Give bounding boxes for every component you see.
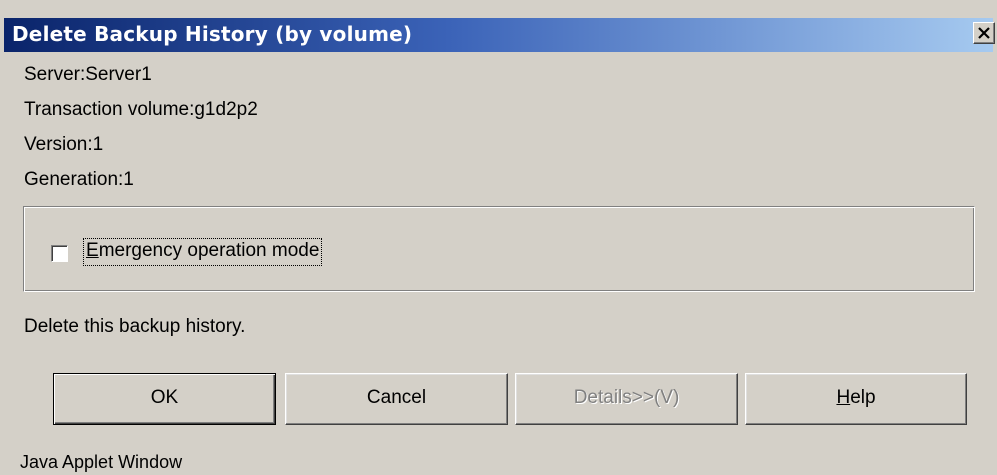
help-label-text: elp xyxy=(850,387,876,408)
transaction-volume-info: Transaction volume:g1d2p2 xyxy=(24,99,258,120)
close-button[interactable] xyxy=(973,22,995,44)
help-mnemonic: H xyxy=(836,387,851,408)
version-info: Version:1 xyxy=(24,134,104,155)
applet-window-footer: Java Applet Window xyxy=(20,452,183,472)
emergency-mode-label[interactable]: Emergency operation mode xyxy=(83,238,323,266)
details-button[interactable]: Details>>(V) xyxy=(515,373,738,425)
generation-info: Generation:1 xyxy=(24,169,134,190)
confirmation-message: Delete this backup history. xyxy=(24,316,246,337)
close-icon xyxy=(978,27,990,39)
window-title: Delete Backup History (by volume) xyxy=(12,22,413,46)
emergency-mode-mnemonic: E xyxy=(86,240,99,261)
title-bar[interactable]: Delete Backup History (by volume) xyxy=(4,18,995,52)
help-button[interactable]: Help xyxy=(745,373,967,425)
ok-button[interactable]: OK xyxy=(53,373,276,425)
emergency-mode-label-text: mergency operation mode xyxy=(98,240,320,261)
dialog-window: Delete Backup History (by volume) Server… xyxy=(0,0,997,475)
cancel-button[interactable]: Cancel xyxy=(285,373,508,425)
emergency-mode-checkbox[interactable] xyxy=(51,245,68,262)
server-info: Server:Server1 xyxy=(24,64,152,85)
